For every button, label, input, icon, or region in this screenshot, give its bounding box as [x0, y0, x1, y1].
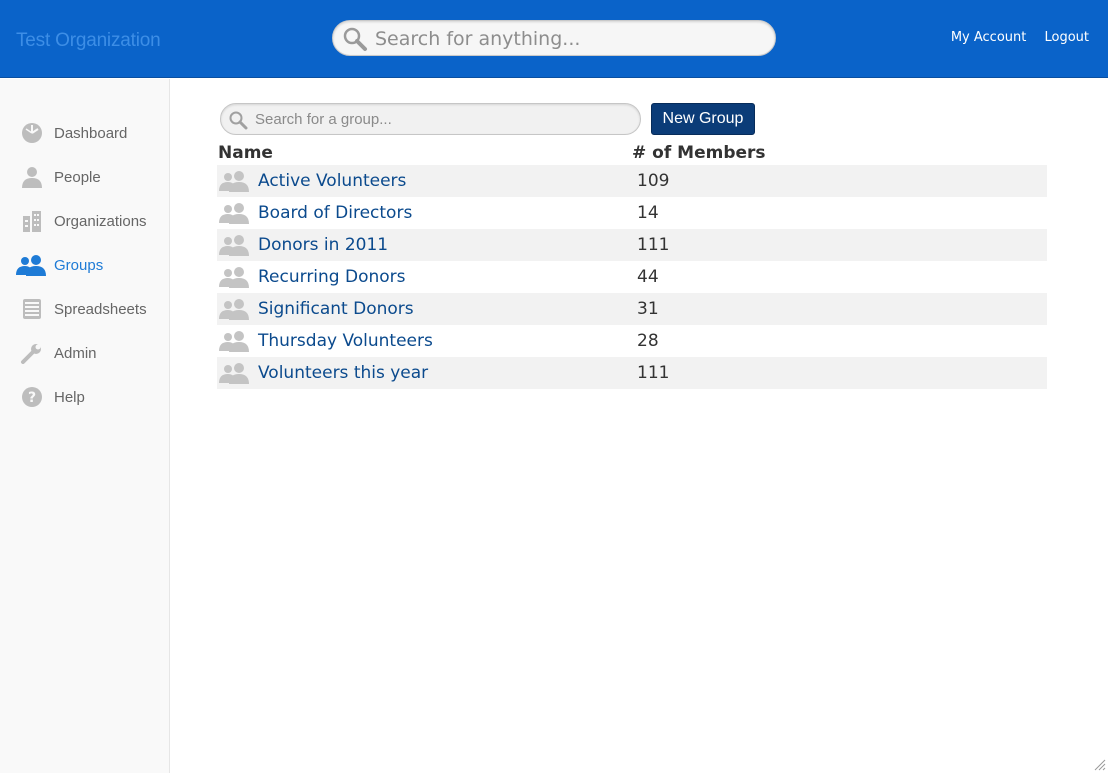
dashboard-icon: [22, 123, 42, 143]
resize-grip-icon[interactable]: [1094, 759, 1106, 771]
table-row[interactable]: Donors in 2011 111: [217, 229, 1047, 261]
sidebar-item-label: Help: [54, 389, 85, 406]
sidebar-item-label: Organizations: [54, 213, 147, 230]
search-icon: [229, 111, 248, 130]
table-row[interactable]: Thursday Volunteers 28: [217, 325, 1047, 357]
sidebar-item-dashboard[interactable]: Dashboard: [0, 115, 170, 151]
member-count: 31: [637, 299, 659, 319]
sidebar-item-help[interactable]: ? Help: [0, 379, 170, 415]
spreadsheet-icon: [23, 299, 41, 319]
search-icon: [343, 27, 367, 51]
group-icon: [219, 203, 249, 224]
group-name-link[interactable]: Thursday Volunteers: [258, 331, 433, 351]
member-count: 109: [637, 171, 670, 191]
header-links: My Account Logout: [937, 30, 1089, 45]
member-count: 44: [637, 267, 659, 287]
new-group-button[interactable]: New Group: [651, 103, 755, 135]
group-search-box[interactable]: [220, 103, 641, 135]
group-name-link[interactable]: Donors in 2011: [258, 235, 388, 255]
logout-link[interactable]: Logout: [1044, 30, 1089, 45]
my-account-link[interactable]: My Account: [951, 30, 1027, 45]
sidebar-item-people[interactable]: People: [0, 159, 170, 195]
svg-text:?: ?: [28, 390, 36, 406]
group-icon: [219, 363, 249, 384]
sidebar-item-groups[interactable]: Groups: [0, 247, 170, 283]
group-name-link[interactable]: Volunteers this year: [258, 363, 428, 383]
group-name-link[interactable]: Significant Donors: [258, 299, 414, 319]
table-row[interactable]: Significant Donors 31: [217, 293, 1047, 325]
group-icon: [219, 235, 249, 256]
sidebar-item-label: Admin: [54, 345, 97, 362]
member-count: 28: [637, 331, 659, 351]
table-row[interactable]: Volunteers this year 111: [217, 357, 1047, 389]
sidebar-item-label: Spreadsheets: [54, 301, 147, 318]
sidebar-item-label: People: [54, 169, 101, 186]
building-icon: [23, 211, 41, 232]
global-search-input[interactable]: [375, 25, 765, 52]
member-count: 111: [637, 363, 670, 383]
sidebar-item-label: Dashboard: [54, 125, 128, 142]
group-name-link[interactable]: Board of Directors: [258, 203, 412, 223]
sidebar-item-admin[interactable]: Admin: [0, 335, 170, 371]
table-row[interactable]: Board of Directors 14: [217, 197, 1047, 229]
sidebar-nav: Dashboard People Organizations Groups Sp…: [0, 79, 170, 773]
wrench-icon: [21, 344, 41, 364]
group-icon: [16, 255, 46, 276]
table-row[interactable]: Active Volunteers 109: [217, 165, 1047, 197]
column-header-members: # of Members: [632, 143, 766, 163]
group-icon: [219, 171, 249, 192]
help-icon: ?: [22, 387, 42, 407]
group-icon: [219, 299, 249, 320]
global-search-box[interactable]: [332, 20, 776, 56]
person-icon: [22, 167, 42, 188]
table-row[interactable]: Recurring Donors 44: [217, 261, 1047, 293]
group-name-link[interactable]: Recurring Donors: [258, 267, 406, 287]
group-search-input[interactable]: [255, 108, 635, 130]
sidebar-item-organizations[interactable]: Organizations: [0, 203, 170, 239]
group-icon: [219, 331, 249, 352]
member-count: 14: [637, 203, 659, 223]
group-icon: [219, 267, 249, 288]
member-count: 111: [637, 235, 670, 255]
sidebar-item-label: Groups: [54, 257, 104, 274]
sidebar-item-spreadsheets[interactable]: Spreadsheets: [0, 291, 170, 327]
top-header: Test Organization My Account Logout: [0, 0, 1108, 78]
organization-name[interactable]: Test Organization: [16, 30, 161, 52]
group-name-link[interactable]: Active Volunteers: [258, 171, 406, 191]
column-header-name: Name: [218, 143, 273, 163]
